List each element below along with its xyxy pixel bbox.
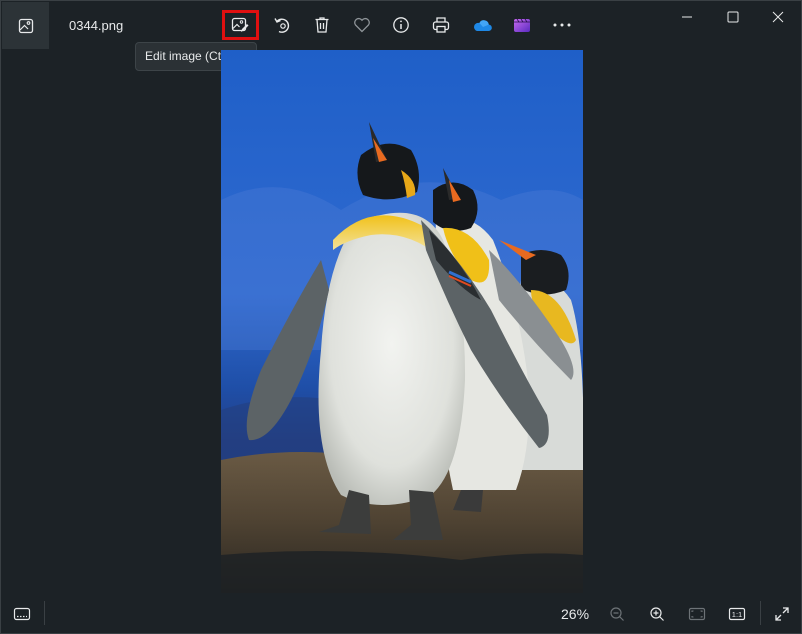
clipchamp-icon: [514, 18, 530, 32]
fullscreen-button[interactable]: [767, 601, 797, 627]
minimize-icon: [682, 16, 692, 18]
maximize-icon: [727, 11, 739, 23]
onedrive-cloud-icon: [474, 20, 492, 32]
onedrive-button[interactable]: [464, 9, 500, 41]
actual-size-label: 1:1: [732, 610, 742, 619]
rotate-icon: [274, 18, 290, 33]
gallery-button[interactable]: [2, 2, 49, 49]
filmstrip-button[interactable]: [7, 601, 37, 627]
photos-gallery-icon: [18, 18, 33, 33]
status-bar: [1, 595, 801, 633]
image-canvas[interactable]: [221, 50, 583, 593]
trash-icon: [315, 17, 329, 33]
zoom-in-icon: [650, 607, 664, 621]
actual-size-icon: 1:1: [728, 607, 746, 621]
zoom-out-icon: [610, 607, 624, 621]
maximize-button[interactable]: [710, 1, 756, 33]
delete-button[interactable]: [304, 9, 340, 41]
file-info-button[interactable]: [383, 9, 419, 41]
zoom-level[interactable]: 26%: [561, 606, 589, 622]
minimize-button[interactable]: [664, 1, 710, 33]
edit-button-highlight: [222, 10, 259, 40]
title-bar: 0344.png: [1, 1, 801, 50]
printer-icon: [432, 17, 450, 33]
more-dots-icon: [553, 23, 571, 27]
photos-window: 0344.png Edit image (Ctrl+E) 26% 1:1: [0, 0, 802, 634]
zoom-in-button[interactable]: [642, 601, 672, 627]
actual-size-button[interactable]: 1:1: [722, 601, 752, 627]
rotate-button[interactable]: [264, 9, 300, 41]
fullscreen-icon: [775, 607, 789, 621]
file-name: 0344.png: [69, 18, 124, 33]
filmstrip-icon: [13, 607, 31, 621]
info-icon: [393, 17, 409, 33]
status-divider-right: [760, 601, 761, 625]
heart-icon: [354, 17, 370, 33]
status-divider-left: [44, 601, 45, 625]
close-icon: [772, 11, 784, 23]
close-button[interactable]: [755, 1, 801, 33]
fit-to-window-icon: [688, 607, 706, 621]
more-button[interactable]: [544, 9, 580, 41]
favorite-button[interactable]: [344, 9, 380, 41]
zoom-out-button[interactable]: [602, 601, 632, 627]
fit-to-window-button[interactable]: [682, 601, 712, 627]
penguins-photo: [221, 50, 583, 593]
print-button[interactable]: [423, 9, 459, 41]
clipchamp-button[interactable]: [504, 9, 540, 41]
